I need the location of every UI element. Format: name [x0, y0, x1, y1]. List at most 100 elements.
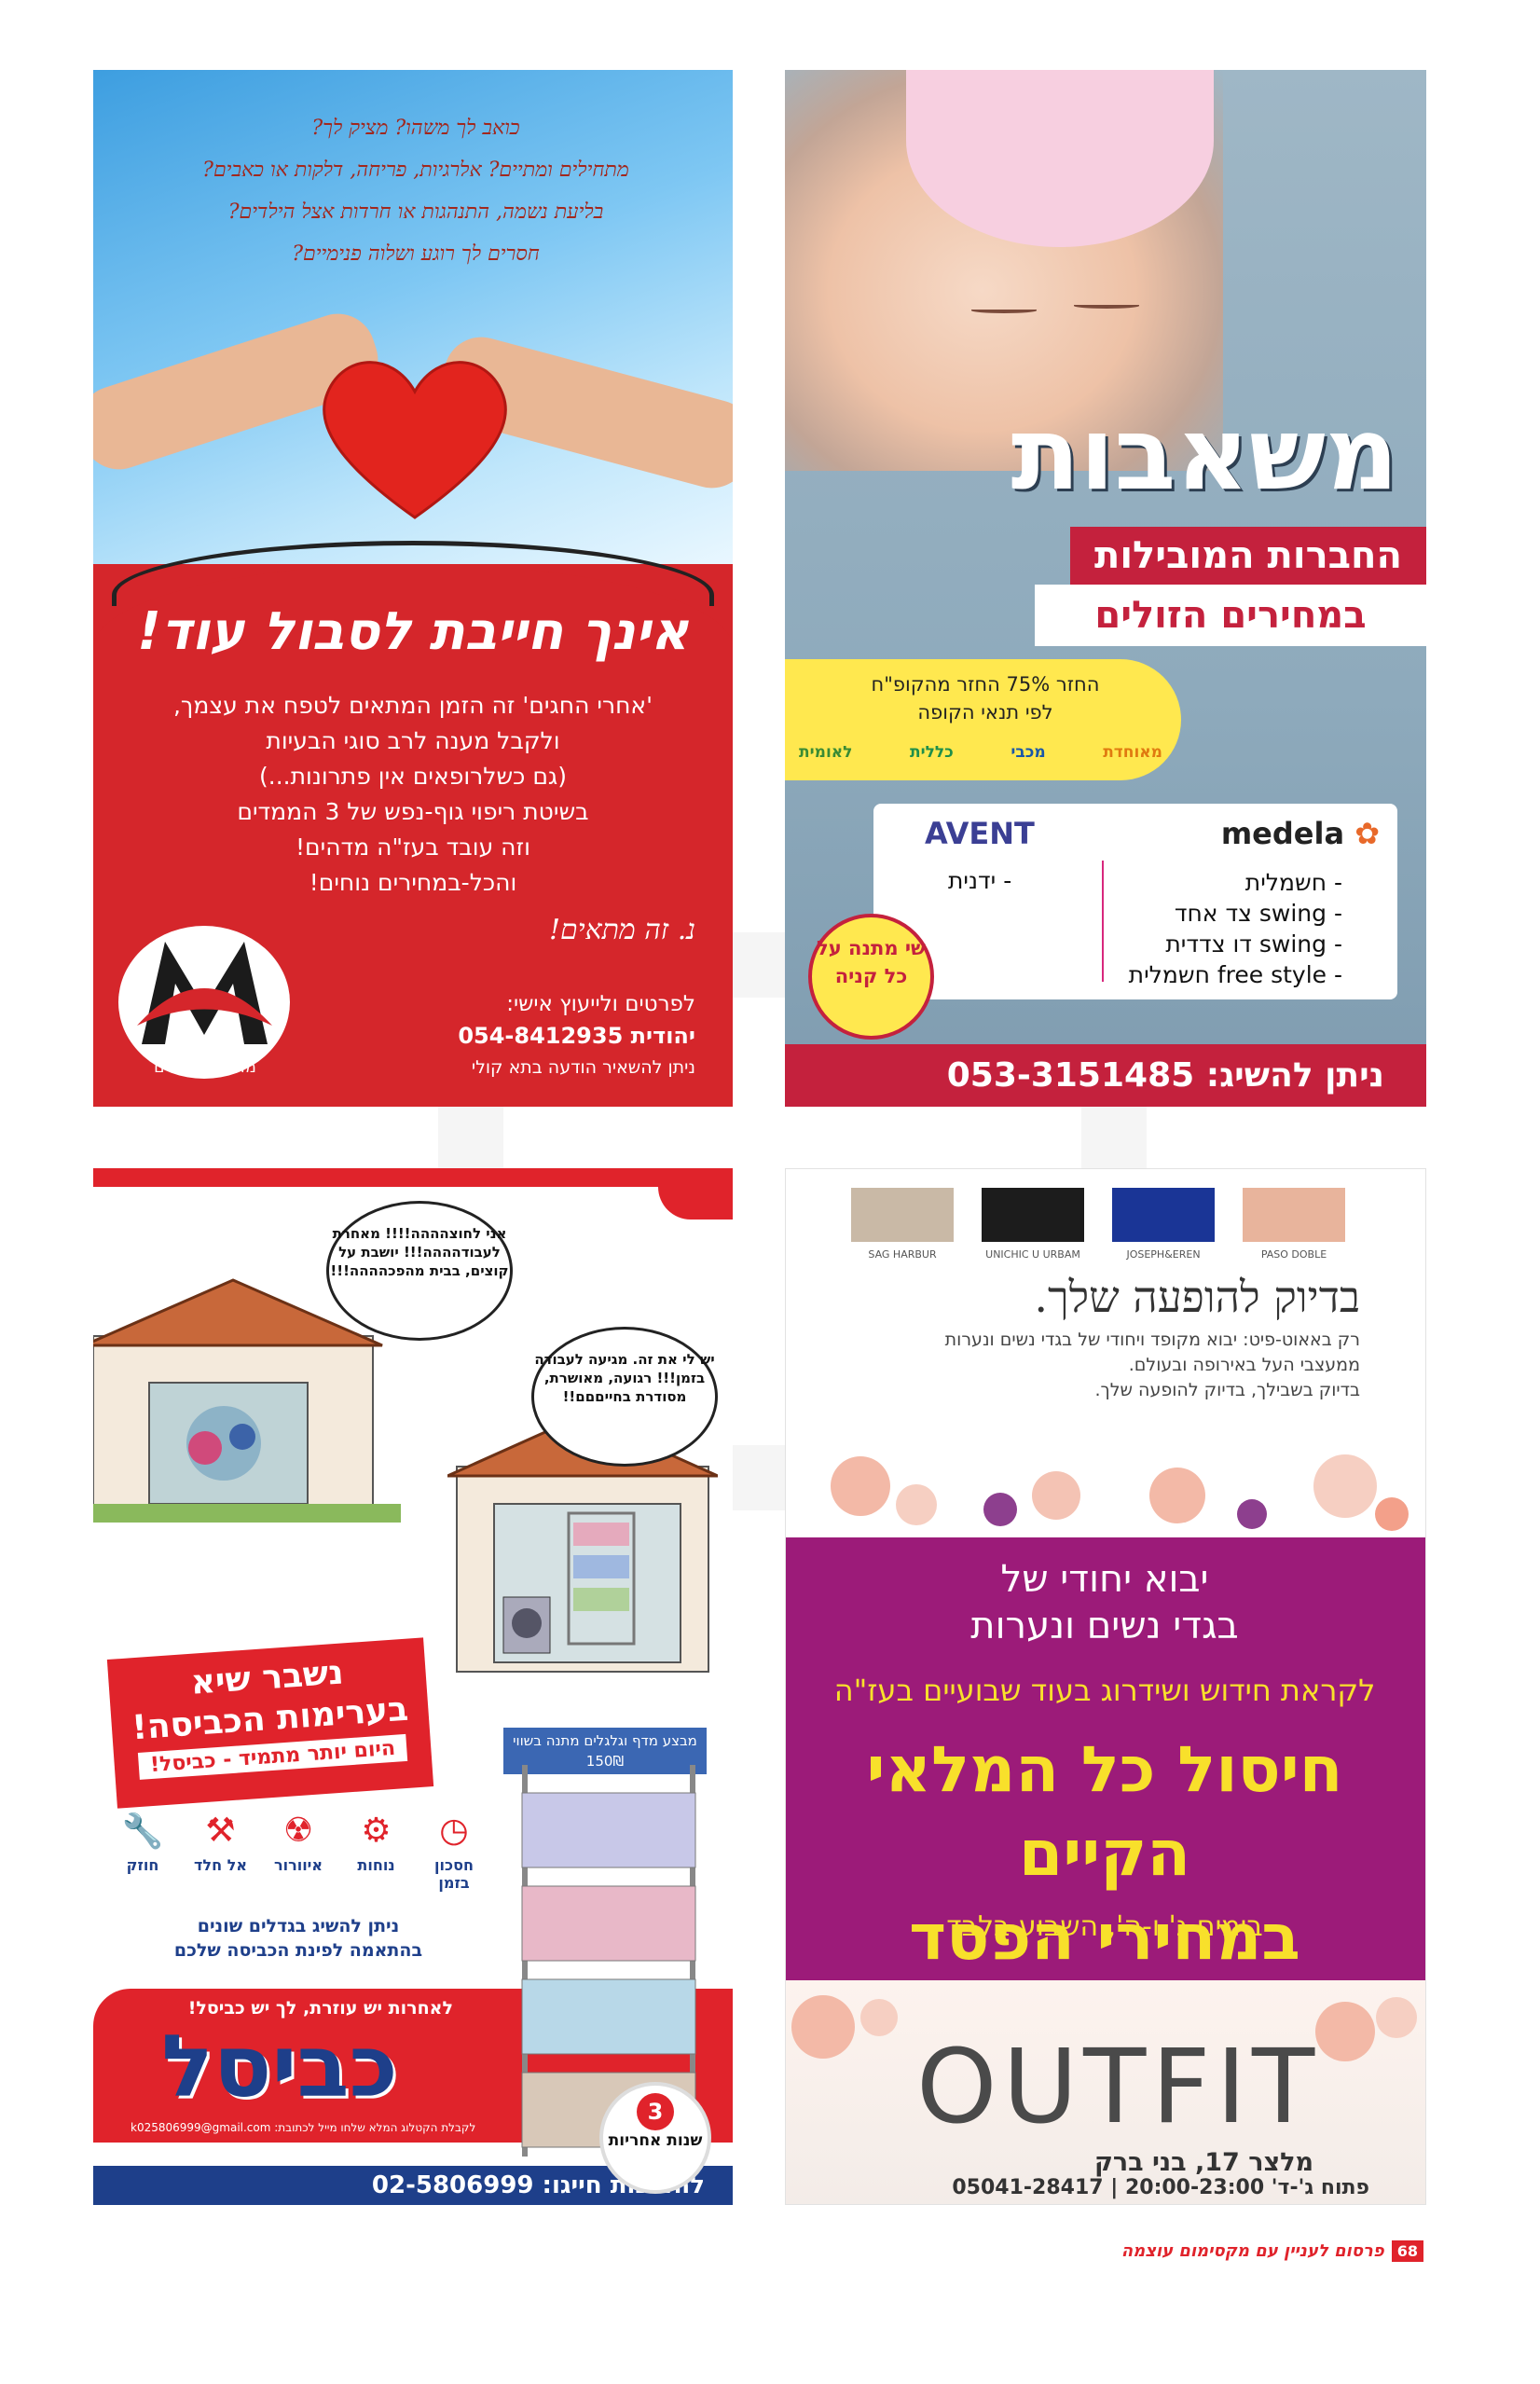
feature-label: אל חלד — [194, 1856, 247, 1874]
gears-icon: ⚙ — [361, 1812, 392, 1850]
feature-label: חסכון בזמן — [434, 1856, 474, 1892]
feature-ventilation: ☢ איוורור — [268, 1812, 329, 1892]
feature-label: איוורור — [273, 1856, 323, 1874]
swatch-label: UNICHIC U URBAM — [985, 1248, 1080, 1261]
refund-text: לפי תנאי הקופה — [917, 701, 1053, 723]
catalog-email[interactable]: לקבלת הקטלוג המלא שלחו מייל לכתובת: k025… — [131, 2121, 475, 2134]
fabric-swatch — [851, 1188, 954, 1242]
kviscel-logo: כביסל — [161, 2017, 398, 2116]
contact-phone[interactable]: 054-8412935 — [458, 1023, 623, 1049]
fabric-swatch — [1243, 1188, 1345, 1242]
fabric-swatch — [1112, 1188, 1215, 1242]
ad-subtext: רק באאוט-פיט: יבוא מקופד ויחודי של בגדי … — [838, 1328, 1360, 1403]
hmo-logo: מאוחדת — [1103, 743, 1162, 762]
feature-label: נוחות — [357, 1856, 395, 1874]
phone-bar[interactable]: ניתן להשיג: 053-3151485 — [785, 1044, 1426, 1107]
sizes-line: ניתן להשיג בגדלים שונים — [197, 1916, 400, 1936]
tagline: לאחרות יש עוזרת, לך יש כביסל! — [187, 1998, 453, 2019]
divider — [1102, 861, 1104, 982]
speech-bubble-stressed: אני לחוצהההה!!!! מאחרת לעבודהההה!!! יושב… — [326, 1201, 513, 1341]
medela-list: - חשמלית - swing צד אחד - swing דו צדדית… — [1129, 867, 1342, 990]
import-text: יבוא יחודי של בגדי נשים ונערות — [786, 1556, 1425, 1649]
body-line: (גם כשלרופאים אין פתרונות...) — [259, 763, 567, 790]
speech-bubble-happy: יש לי את זה. מגיעה לעבודה בזמן!!! רגועה,… — [531, 1327, 718, 1467]
logo-text: מדהים בממדים — [154, 1058, 256, 1077]
contact-label: לפרטים ולייעוץ אישי: — [506, 992, 695, 1016]
ad-body: 'אחרי החגים' זה הזמן המתאים לטפח את עצמך… — [112, 688, 714, 901]
record-box: נשבר שיא בערימות הכביסה! היום יותר מתמיד… — [106, 1637, 434, 1809]
list-item: - swing צד אחד — [1174, 900, 1342, 927]
avent-logo: AVENT — [925, 816, 1035, 851]
swatch-label: PASO DOBLE — [1260, 1248, 1327, 1261]
list-item: - ידנית — [948, 867, 1012, 894]
features-row: ◷ חסכון בזמן ⚙ נוחות ☢ איוורור ⚒ אל חלד 🔧 חוז… — [112, 1812, 485, 1892]
warranty-label: שנות אחריות — [608, 2131, 703, 2150]
feature-time: ◷ חסכון בזמן — [423, 1812, 485, 1892]
refund-text: החזר 75% החזר מהקופ"ח — [871, 673, 1100, 696]
import-line: בגדי נשים ונערות — [970, 1605, 1239, 1647]
list-item: - free style חשמלית — [1128, 961, 1342, 988]
script-line: חסרים לך רוגע ושלוה פנימיים? — [292, 242, 540, 266]
hmo-logo: מכבי — [1011, 743, 1046, 762]
m-logo-icon — [118, 926, 290, 1079]
sizes-text: ניתן להשיג בגדלים שונים בהתאמה לפינת הכב… — [112, 1914, 485, 1963]
fan-icon: ☢ — [282, 1812, 314, 1850]
days-text: בימים ג' ו-ה', השבוע בלבד — [946, 1910, 1263, 1943]
avent-list: - ידנית — [948, 867, 1011, 894]
ad-headline: בדיוק להופעה שלך. — [1034, 1272, 1360, 1322]
contact-note: ניתן להשאיר הודעה בתא קולי — [471, 1057, 695, 1078]
band-leading-brands: החברות המובילות — [1070, 527, 1426, 585]
signature: נ. זה מתאים! — [548, 914, 695, 946]
ad-headline: אינך חייבת לסבול עוד! — [137, 601, 689, 662]
flowers-decoration — [831, 1454, 1409, 1531]
warranty-years: 3 — [637, 2093, 674, 2130]
ad-kviscel[interactable]: אני לחוצהההה!!!! מאחרת לעבודהההה!!! יושב… — [93, 1168, 733, 2205]
hmo-logo: לאומית — [799, 743, 853, 762]
baby-eye — [971, 308, 1037, 313]
medela-logo: medela ✿ — [1221, 816, 1380, 851]
ad-heart-therapy[interactable]: כואב לך משהו? מציק לך? מתחילים ומתיים? א… — [93, 70, 733, 1107]
swatch-label: SAG HARBUR — [868, 1248, 937, 1261]
renovation-text: לקראת חידוש ושידרוג בעוד שבועיים בעז"ה — [833, 1673, 1376, 1708]
script-line: מתחילים ומתיים? אלרגיות, פריחה, דלקות או… — [202, 158, 629, 182]
top-stripe — [93, 1168, 733, 1187]
subtext-line: רק באאוט-פיט: יבוא מקופד ויחודי של בגדי … — [944, 1330, 1360, 1350]
feature-stainless: ⚒ אל חלד — [190, 1812, 252, 1892]
page-footer: 68 פרסום לעניין עם מקסימום עוצמה — [1121, 2239, 1423, 2263]
feature-comfort: ⚙ נוחות — [346, 1812, 407, 1892]
import-line: יבוא יחודי של — [1000, 1558, 1209, 1601]
subtext-line: ממעצבי העל באירופה ובעולם. — [1128, 1355, 1360, 1375]
contact-name: יהודית — [630, 1023, 695, 1049]
ad-breast-pumps[interactable]: משאבות החברות המובילות במחירים הזולים הח… — [785, 70, 1426, 1107]
swatch-label: JOSEPH&EREN — [1126, 1248, 1201, 1261]
handwritten-text: כואב לך משהו? מציק לך? מתחילים ומתיים? א… — [136, 107, 695, 275]
fabric-swatch — [982, 1188, 1084, 1242]
ad-title: משאבות — [1011, 396, 1398, 513]
contact-block: לפרטים ולייעוץ אישי: יהודית 054-8412935 … — [458, 988, 695, 1083]
feature-label: חוזק — [126, 1856, 159, 1874]
body-line: בשיטת ריפוי גוף-נפש של 3 הממדים — [237, 798, 589, 825]
medela-flower-icon: ✿ — [1354, 816, 1380, 851]
body-line: והכל-במחירים נוחים! — [309, 869, 517, 896]
store-hours: פתוח ג'-ד' 20:00-23:00 | 05041-28417 — [952, 2176, 1369, 2199]
refund-box: החזר 75% החזר מהקופ"ח לפי תנאי הקופה מאו… — [785, 659, 1181, 780]
medela-label: medela — [1220, 816, 1345, 851]
script-line: בליעת נשמה, התנהגות או חרדות אצל הילדים? — [227, 200, 604, 224]
newspaper-page: כואב לך משהו? מציק לך? מתחילים ומתיים? א… — [0, 0, 1540, 2384]
hmo-logo: כללית — [909, 743, 954, 762]
body-line: 'אחרי החגים' זה הזמן המתאים לטפח את עצמך… — [172, 692, 653, 719]
warranty-badge: 3 שנות אחריות — [599, 2082, 711, 2194]
ad-outfit[interactable]: SAG HARBUR UNICHIC U URBAM JOSEPH&EREN P… — [785, 1168, 1426, 2205]
list-item: - חשמלית — [1244, 869, 1342, 896]
script-line: כואב לך משהו? מציק לך? — [311, 117, 520, 140]
baby-eye — [1074, 303, 1139, 309]
body-line: וזה עובד בעז"ה מדהים! — [296, 834, 530, 861]
outfit-logo: OUTFIT — [916, 2027, 1321, 2146]
bolt-icon: ⚒ — [205, 1812, 236, 1850]
page-number: 68 — [1391, 2239, 1423, 2262]
gift-badge: שי מתנה על כל קניה — [808, 914, 934, 1040]
list-item: - swing דו צדדית — [1165, 930, 1342, 958]
top-corner — [658, 1187, 733, 1220]
red-heart-icon — [323, 361, 507, 519]
store-address: מלצר 17, בני ברק — [1093, 2148, 1313, 2177]
